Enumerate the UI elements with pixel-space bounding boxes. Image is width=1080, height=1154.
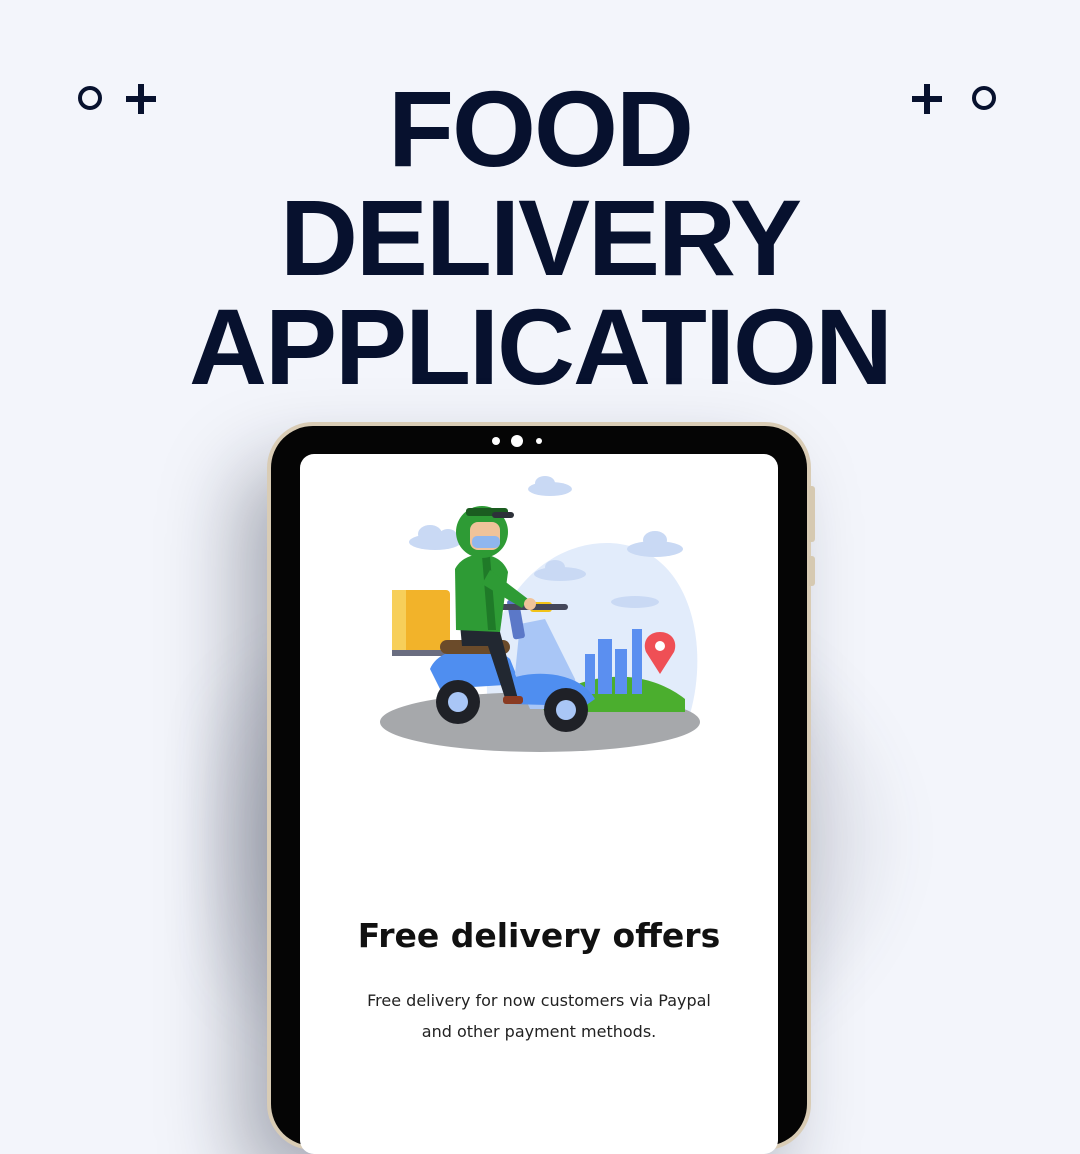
tablet-screen: Free delivery offers Free delivery for n… [300, 454, 778, 1154]
tablet-side-button [809, 556, 815, 586]
camera-dot [536, 438, 542, 444]
camera-dot [492, 437, 500, 445]
offer-description: Free delivery for now customers via Payp… [367, 991, 711, 1041]
camera-lens [511, 435, 523, 447]
title-line-delivery: DELIVERY [279, 177, 802, 298]
offer-title: Free delivery offers [357, 916, 721, 955]
promo-page: FOOD DELIVERY APPLICATION Free delivery … [0, 0, 1080, 1154]
title-line-application: APPLICATION [189, 286, 893, 407]
delivery-rider-illustration [380, 476, 700, 752]
title-line-food: FOOD [388, 68, 694, 189]
page-title: FOOD DELIVERY APPLICATION [0, 74, 1080, 401]
tablet-device: Free delivery offers Free delivery for n… [271, 426, 815, 1154]
tablet-side-button [809, 486, 815, 542]
